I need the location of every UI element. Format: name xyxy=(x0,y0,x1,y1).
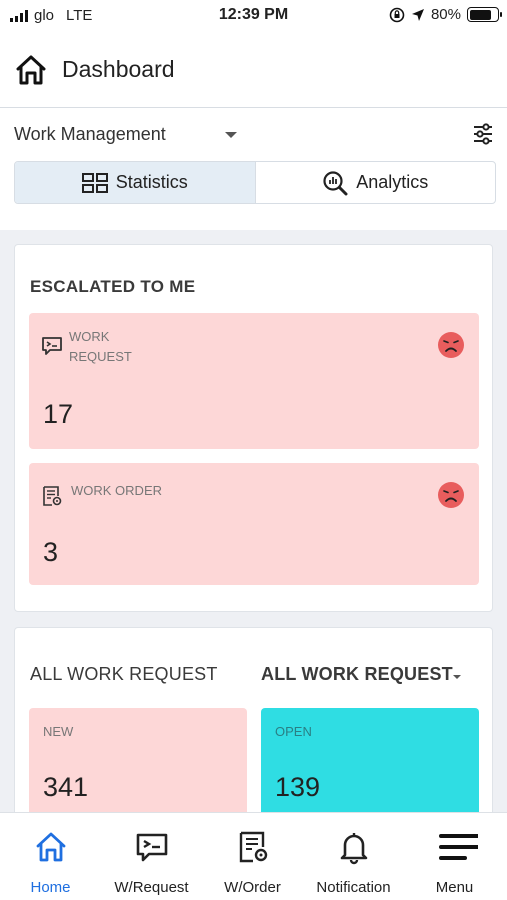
tab-analytics-label: Analytics xyxy=(356,172,429,192)
new-label: NEW xyxy=(43,724,74,739)
location-icon xyxy=(411,8,424,21)
sad-face-icon xyxy=(438,332,464,358)
battery-percent: 80% xyxy=(430,6,461,23)
nav-w-order[interactable]: W/Order xyxy=(202,813,303,900)
analytics-search-icon xyxy=(323,170,348,195)
orientation-lock-icon xyxy=(389,7,405,22)
page-title: Dashboard xyxy=(62,56,175,82)
chevron-down-icon[interactable] xyxy=(453,675,461,679)
work-order-count: 3 xyxy=(43,537,59,567)
tab-statistics[interactable]: Statistics xyxy=(15,162,256,203)
all-work-request-card: ALL WORK REQUEST ALL WORK REQUEST NEW 34… xyxy=(14,627,493,812)
status-right: 80% xyxy=(389,6,502,23)
nav-w-request-label: W/Request xyxy=(114,879,189,896)
nav-notification[interactable]: Notification xyxy=(303,813,404,900)
nav-home[interactable]: Home xyxy=(0,813,101,900)
home-icon[interactable] xyxy=(14,53,48,87)
work-request-icon xyxy=(136,833,168,862)
all-work-request-dropdown[interactable]: ALL WORK REQUEST xyxy=(261,664,453,685)
nav-notification-label: Notification xyxy=(316,879,391,896)
tab-statistics-label: Statistics xyxy=(115,172,188,192)
grid-icon xyxy=(81,172,108,193)
tab-analytics[interactable]: Analytics xyxy=(256,162,496,203)
module-select[interactable]: Work Management xyxy=(14,124,166,145)
nav-menu-label: Menu xyxy=(435,879,474,896)
all-work-request-title: ALL WORK REQUEST xyxy=(30,664,218,684)
menu-icon xyxy=(439,834,478,860)
module-row: Work Management xyxy=(0,118,507,152)
open-label: OPEN xyxy=(275,724,312,739)
work-order-label: WORK ORDER xyxy=(71,483,162,498)
work-order-tile[interactable]: WORK ORDER 3 xyxy=(29,463,479,585)
home-icon xyxy=(36,832,66,862)
view-toggle: Statistics Analytics xyxy=(14,161,496,204)
work-request-label: WORK REQUEST xyxy=(69,327,132,367)
sad-face-icon xyxy=(438,482,464,508)
work-request-tile[interactable]: WORK REQUEST 17 xyxy=(29,313,479,449)
open-count: 139 xyxy=(275,772,321,802)
work-order-icon xyxy=(43,486,62,506)
chevron-down-icon[interactable] xyxy=(225,132,237,138)
filter-settings-icon[interactable] xyxy=(471,122,495,146)
status-bar: glo LTE 12:39 PM 80% xyxy=(0,0,507,32)
bottom-nav: Home W/Request W/Order Notification Menu xyxy=(0,812,507,900)
open-requests-tile[interactable]: OPEN 139 xyxy=(261,708,479,812)
new-requests-tile[interactable]: NEW 341 xyxy=(29,708,247,812)
work-order-icon xyxy=(239,831,268,863)
escalated-title: ESCALATED TO ME xyxy=(30,277,196,296)
nav-home-label: Home xyxy=(30,879,71,896)
nav-menu[interactable]: Menu xyxy=(404,813,505,900)
nav-w-order-label: W/Order xyxy=(224,879,281,896)
app-header: Dashboard xyxy=(0,32,507,108)
work-request-icon xyxy=(42,337,62,355)
battery-icon xyxy=(467,7,502,22)
dashboard-content[interactable]: ESCALATED TO ME WORK REQUEST 17 WORK ORD… xyxy=(0,230,507,812)
work-request-count: 17 xyxy=(43,399,74,429)
bell-icon xyxy=(340,833,368,865)
escalated-card: ESCALATED TO ME WORK REQUEST 17 WORK ORD… xyxy=(14,244,493,612)
new-count: 341 xyxy=(43,772,89,802)
work-request-label-line1: WORK xyxy=(69,329,110,344)
work-request-label-line2: REQUEST xyxy=(69,349,132,364)
nav-w-request[interactable]: W/Request xyxy=(101,813,202,900)
